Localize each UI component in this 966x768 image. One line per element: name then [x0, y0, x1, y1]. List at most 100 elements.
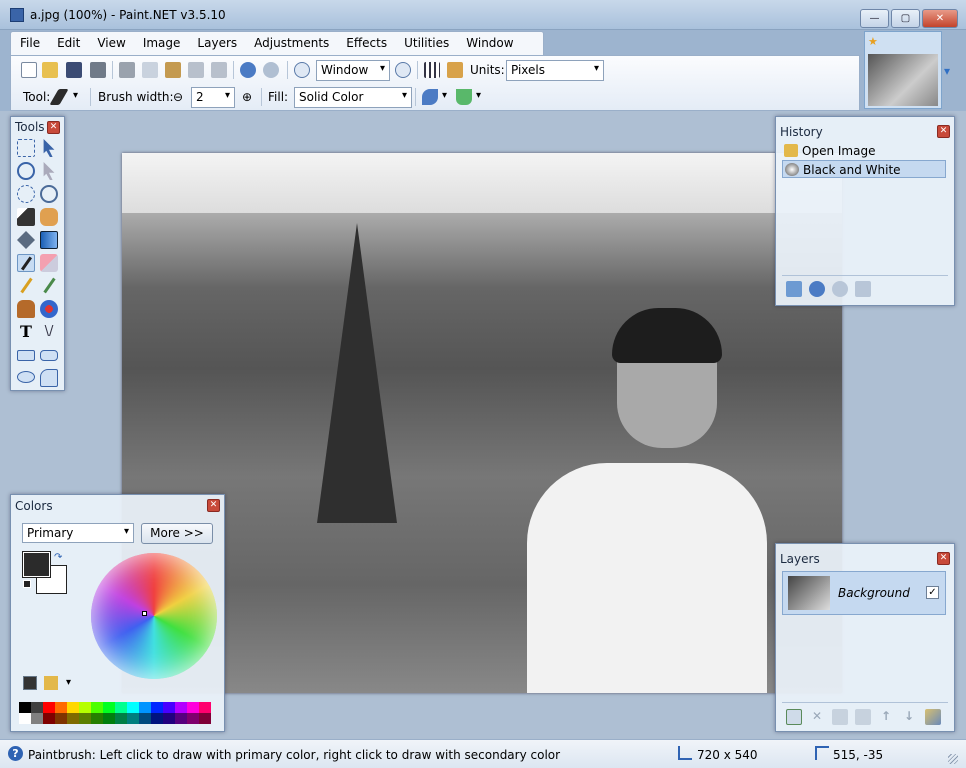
- menu-window[interactable]: Window: [457, 32, 521, 50]
- color-wheel[interactable]: [91, 553, 217, 679]
- antialiasing-icon[interactable]: [422, 89, 438, 105]
- redo-icon[interactable]: [263, 62, 279, 78]
- freeform-shape-tool-icon[interactable]: [40, 369, 58, 387]
- color-palette[interactable]: [19, 702, 211, 724]
- pan-tool-icon[interactable]: [40, 208, 58, 226]
- deselect-icon[interactable]: [211, 62, 227, 78]
- paint-bucket-tool-icon[interactable]: [17, 231, 35, 249]
- rectangle-select-tool-icon[interactable]: [17, 139, 35, 157]
- recolor-tool-icon[interactable]: [40, 300, 58, 318]
- maximize-button[interactable]: ▢: [891, 9, 920, 28]
- menu-edit[interactable]: Edit: [48, 32, 88, 50]
- add-layer-icon[interactable]: [786, 709, 802, 725]
- more-colors-button[interactable]: More >>: [141, 523, 213, 544]
- folder-icon: [784, 144, 798, 157]
- zoom-tool-icon[interactable]: [40, 185, 58, 203]
- layer-properties-icon[interactable]: [925, 709, 941, 725]
- menu-adjustments[interactable]: Adjustments: [245, 32, 337, 50]
- line-curve-tool-icon[interactable]: \/: [40, 323, 58, 341]
- move-selection-tool-icon[interactable]: [43, 139, 55, 157]
- undo-icon[interactable]: [809, 281, 825, 297]
- image-thumbnail-tab[interactable]: ★: [864, 31, 942, 109]
- layer-visibility-checkbox[interactable]: ✓: [926, 586, 939, 599]
- merge-layer-down-icon[interactable]: [855, 709, 871, 725]
- lasso-select-tool-icon[interactable]: [17, 162, 35, 180]
- menu-utilities[interactable]: Utilities: [395, 32, 457, 50]
- menu-effects[interactable]: Effects: [337, 32, 395, 50]
- history-panel-close-button[interactable]: ✕: [937, 125, 950, 138]
- move-layer-down-icon[interactable]: ↓: [901, 709, 917, 725]
- eraser-tool-icon[interactable]: [40, 254, 58, 272]
- image-canvas[interactable]: [122, 153, 842, 693]
- copy-icon[interactable]: [142, 62, 158, 78]
- primary-color-swatch[interactable]: [22, 551, 51, 578]
- cut-icon[interactable]: [119, 62, 135, 78]
- layer-item-background[interactable]: Background ✓: [782, 571, 946, 615]
- decrease-width-button[interactable]: ⊖: [173, 90, 183, 104]
- new-file-icon[interactable]: [21, 62, 37, 78]
- tool-options-toolbar: Tool: ▾ Brush width: ⊖ 2 ⊕ Fill: Solid C…: [11, 84, 861, 110]
- increase-width-button[interactable]: ⊕: [242, 90, 252, 104]
- black-and-white-effect-icon: [785, 163, 799, 176]
- chevron-down-icon[interactable]: ▾: [73, 90, 78, 101]
- menu-image[interactable]: Image: [134, 32, 189, 50]
- color-picker-tool-icon[interactable]: [40, 277, 58, 295]
- color-mode-combo[interactable]: Primary: [22, 523, 134, 543]
- colors-panel-close-button[interactable]: ✕: [207, 499, 220, 512]
- blend-mode-icon[interactable]: [456, 89, 472, 105]
- delete-layer-icon[interactable]: ✕: [809, 709, 825, 725]
- ruler-icon[interactable]: [447, 62, 463, 78]
- rewind-to-start-icon[interactable]: [786, 281, 802, 297]
- paintbrush-tool-icon[interactable]: [17, 254, 35, 272]
- chevron-down-icon[interactable]: ▾: [442, 90, 447, 101]
- text-tool-icon[interactable]: T: [17, 323, 35, 341]
- menu-layers[interactable]: Layers: [188, 32, 245, 50]
- resize-grip[interactable]: [948, 754, 958, 764]
- ellipse-select-tool-icon[interactable]: [17, 185, 35, 203]
- swap-colors-icon[interactable]: ↷: [54, 552, 62, 563]
- undo-icon[interactable]: [240, 62, 256, 78]
- units-combo[interactable]: Pixels: [506, 60, 604, 81]
- move-layer-up-icon[interactable]: ↑: [878, 709, 894, 725]
- fill-combo[interactable]: Solid Color: [294, 87, 412, 108]
- reset-colors-icon[interactable]: [23, 580, 31, 588]
- magic-wand-tool-icon[interactable]: [17, 208, 35, 226]
- chevron-down-icon[interactable]: ▾: [476, 90, 481, 101]
- clone-stamp-tool-icon[interactable]: [17, 300, 35, 318]
- brush-width-combo[interactable]: 2: [191, 87, 235, 108]
- paste-icon[interactable]: [165, 62, 181, 78]
- history-item-open-image[interactable]: Open Image: [782, 142, 946, 160]
- print-icon[interactable]: [90, 62, 106, 78]
- rounded-rectangle-tool-icon[interactable]: [40, 350, 58, 361]
- image-thumbnail[interactable]: [868, 54, 938, 106]
- close-button[interactable]: ✕: [922, 9, 958, 28]
- color-wheel-cursor[interactable]: [142, 611, 147, 616]
- layers-panel-close-button[interactable]: ✕: [937, 552, 950, 565]
- rectangle-tool-icon[interactable]: [17, 350, 35, 361]
- zoom-combo[interactable]: Window: [316, 60, 390, 81]
- ellipse-tool-icon[interactable]: [17, 371, 35, 383]
- save-icon[interactable]: [66, 62, 82, 78]
- move-selected-tool-icon[interactable]: [43, 162, 55, 180]
- crop-icon[interactable]: [188, 62, 204, 78]
- chevron-down-icon[interactable]: ▾: [66, 677, 71, 688]
- paintbrush-tool-icon[interactable]: [49, 89, 69, 105]
- zoom-in-icon[interactable]: [395, 62, 411, 78]
- image-list-dropdown-icon[interactable]: ▾: [944, 64, 950, 78]
- menu-view[interactable]: View: [88, 32, 133, 50]
- toolbar-separator: [417, 61, 418, 79]
- zoom-out-icon[interactable]: [294, 62, 310, 78]
- fast-forward-to-end-icon[interactable]: [855, 281, 871, 297]
- open-file-icon[interactable]: [42, 62, 58, 78]
- history-item-black-and-white[interactable]: Black and White: [782, 160, 946, 178]
- gradient-tool-icon[interactable]: [40, 231, 58, 249]
- minimize-button[interactable]: —: [860, 9, 889, 28]
- duplicate-layer-icon[interactable]: [832, 709, 848, 725]
- add-to-palette-icon[interactable]: [23, 676, 37, 690]
- redo-icon[interactable]: [832, 281, 848, 297]
- menu-file[interactable]: File: [11, 32, 48, 50]
- tools-panel-close-button[interactable]: ✕: [47, 121, 60, 134]
- pencil-tool-icon[interactable]: [17, 277, 35, 295]
- grid-icon[interactable]: [424, 62, 440, 78]
- palette-menu-icon[interactable]: [44, 676, 58, 690]
